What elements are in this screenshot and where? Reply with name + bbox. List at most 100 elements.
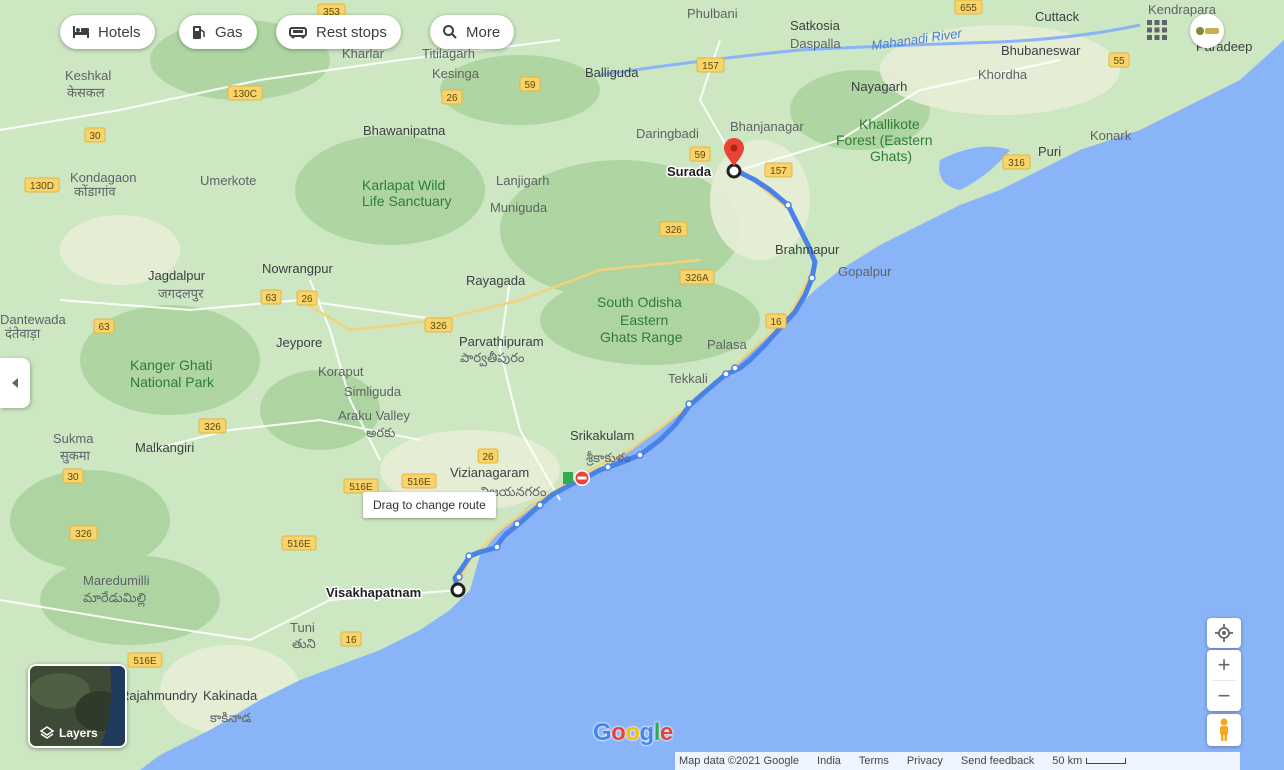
origin-marker[interactable] xyxy=(450,582,466,598)
no-entry-icon xyxy=(563,470,590,486)
place-label: दंतेवाड़ा xyxy=(5,326,41,341)
rest-stops-chip-label: Rest stops xyxy=(316,23,387,41)
highway-shield: 55 xyxy=(1108,52,1130,68)
more-chip[interactable]: More xyxy=(430,15,515,49)
svg-text:130D: 130D xyxy=(30,181,54,192)
map-canvas[interactable]: 353 655130C 2659157591575530130D326326A163… xyxy=(0,0,1284,770)
tooltip-text: Drag to change route xyxy=(373,498,486,512)
svg-text:326: 326 xyxy=(665,225,682,236)
place-label: కాకినాడ xyxy=(210,710,252,725)
highway-shield: 16 xyxy=(765,313,787,329)
svg-text:516E: 516E xyxy=(133,656,157,667)
collapse-panel-button[interactable] xyxy=(0,358,30,408)
privacy-link[interactable]: Privacy xyxy=(907,755,943,767)
terms-link[interactable]: Terms xyxy=(859,755,889,767)
place-label: Jagdalpur xyxy=(148,268,206,283)
place-label: Phulbani xyxy=(687,6,738,21)
pegman-button[interactable] xyxy=(1207,714,1241,746)
place-label: Kondagaon xyxy=(70,170,137,185)
svg-text:130C: 130C xyxy=(233,89,257,100)
country-link[interactable]: India xyxy=(817,755,841,767)
highway-shield: 59 xyxy=(689,146,711,162)
highway-shield: 130D xyxy=(24,177,60,193)
highway-shield: 326 xyxy=(198,418,227,434)
place-label: Parvathipuram xyxy=(459,334,544,349)
highway-shield: 516E xyxy=(281,535,317,551)
place-label: Brahmapur xyxy=(775,242,840,257)
highway-shield: 316 xyxy=(1002,154,1031,170)
svg-text:326: 326 xyxy=(75,529,92,540)
more-chip-label: More xyxy=(466,23,501,41)
svg-text:26: 26 xyxy=(446,93,458,104)
pegman-icon xyxy=(1220,718,1228,741)
highway-shield: 26 xyxy=(441,89,463,105)
google-logo: Google xyxy=(593,719,673,747)
place-label: Palasa xyxy=(707,337,748,352)
place-label: Balliguda xyxy=(585,65,639,80)
place-label: कोंडागांव xyxy=(74,184,116,199)
place-label: Khordha xyxy=(978,67,1028,82)
svg-text:16: 16 xyxy=(770,317,782,328)
logo-letter: e xyxy=(659,719,673,746)
account-avatar[interactable] xyxy=(1190,14,1224,48)
zoom-out-button[interactable]: − xyxy=(1207,681,1241,711)
my-location-button[interactable] xyxy=(1207,618,1241,648)
place-label: Tekkali xyxy=(668,371,708,386)
place-label: जगदलपुर xyxy=(158,286,204,302)
place-label: Bhanjanagar xyxy=(730,119,804,134)
hotels-chip[interactable]: Hotels xyxy=(60,15,155,49)
zoom-in-button[interactable]: + xyxy=(1207,650,1241,680)
place-label: తుని xyxy=(292,636,316,651)
place-label: Rayagada xyxy=(466,273,526,288)
highway-shield: 326 xyxy=(69,525,98,541)
highway-shield: 130C xyxy=(227,85,263,101)
place-label: Gopalpur xyxy=(838,264,892,279)
highway-shield: 59 xyxy=(519,76,541,92)
place-label: Bhawanipatna xyxy=(363,123,446,138)
highway-shield: 516E xyxy=(127,652,163,668)
place-label: Kanger Ghati xyxy=(130,357,213,373)
place-label: Puri xyxy=(1038,144,1061,159)
highway-shield: 516E xyxy=(401,473,437,489)
place-label: Eastern xyxy=(620,312,668,328)
place-label: Bhubaneswar xyxy=(1001,43,1081,58)
gas-chip[interactable]: Gas xyxy=(179,15,257,49)
place-label: Khallikote xyxy=(859,116,920,132)
place-label: Maredumilli xyxy=(83,573,150,588)
place-label: Konark xyxy=(1090,128,1132,143)
svg-text:316: 316 xyxy=(1008,158,1025,169)
place-label: Kesinga xyxy=(432,66,480,81)
logo-letter: o xyxy=(611,719,626,746)
place-label: Visakhapatnam xyxy=(326,585,421,600)
place-label: Srikakulam xyxy=(570,428,634,443)
svg-text:26: 26 xyxy=(301,294,313,305)
layers-button[interactable]: Layers xyxy=(28,664,127,748)
svg-text:30: 30 xyxy=(67,472,79,483)
place-label: Vizianagaram xyxy=(450,465,529,480)
place-label: శ్రీకాకుళం xyxy=(586,450,631,466)
place-label: South Odisha xyxy=(597,294,682,310)
scale-bar[interactable]: 50 km xyxy=(1052,755,1127,767)
place-label: Jeypore xyxy=(276,335,322,350)
rest-stops-chip[interactable]: Rest stops xyxy=(276,15,401,49)
send-feedback-link[interactable]: Send feedback xyxy=(961,755,1034,767)
place-label: Ghats) xyxy=(870,148,912,164)
place-label: Tuni xyxy=(290,620,315,635)
place-label: Daspalla xyxy=(790,36,841,51)
place-label: Malkangiri xyxy=(135,440,194,455)
svg-text:326A: 326A xyxy=(685,273,709,284)
place-label: Umerkote xyxy=(200,173,256,188)
svg-text:59: 59 xyxy=(694,150,706,161)
logo-letter: o xyxy=(625,719,640,746)
scale-ruler xyxy=(1086,758,1127,764)
attribution-bar: Map data ©2021 Google India Terms Privac… xyxy=(675,752,1240,770)
account-logo-icon xyxy=(1196,27,1219,35)
bed-icon xyxy=(73,26,89,38)
highway-shield: 326 xyxy=(424,317,453,333)
apps-grid-icon[interactable] xyxy=(1145,18,1169,42)
svg-text:157: 157 xyxy=(702,61,719,72)
place-label: Satkosia xyxy=(790,18,841,33)
highway-shield: 516E xyxy=(343,478,379,494)
map-data-text: Map data ©2021 Google xyxy=(679,755,800,767)
svg-text:30: 30 xyxy=(89,131,101,142)
